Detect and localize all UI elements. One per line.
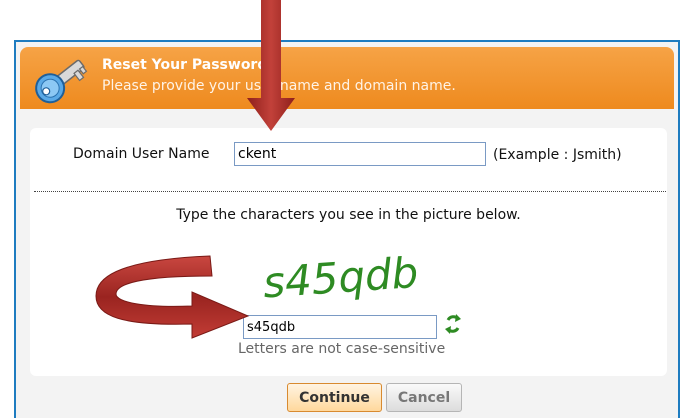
- annotation-arrow-curved: [95, 255, 250, 339]
- cancel-button[interactable]: Cancel: [386, 383, 462, 412]
- username-example: (Example : Jsmith): [493, 147, 622, 163]
- captcha-instruction: Type the characters you see in the pictu…: [176, 207, 521, 223]
- continue-button[interactable]: Continue: [287, 383, 382, 412]
- username-label: Domain User Name: [73, 146, 210, 162]
- key-icon: [35, 59, 88, 104]
- annotation-arrow-down: [247, 0, 295, 131]
- captcha-image-text: s45qdb: [261, 248, 419, 304]
- page-title: Reset Your Password: [102, 57, 268, 73]
- captcha-input[interactable]: [243, 315, 437, 339]
- username-input[interactable]: [234, 142, 486, 166]
- captcha-note: Letters are not case-sensitive: [238, 341, 446, 357]
- refresh-icon[interactable]: [444, 313, 462, 335]
- header-banner: Reset Your Password Please provide your …: [20, 47, 674, 109]
- section-divider: [34, 191, 666, 192]
- captcha-image: s45qdb: [261, 248, 419, 304]
